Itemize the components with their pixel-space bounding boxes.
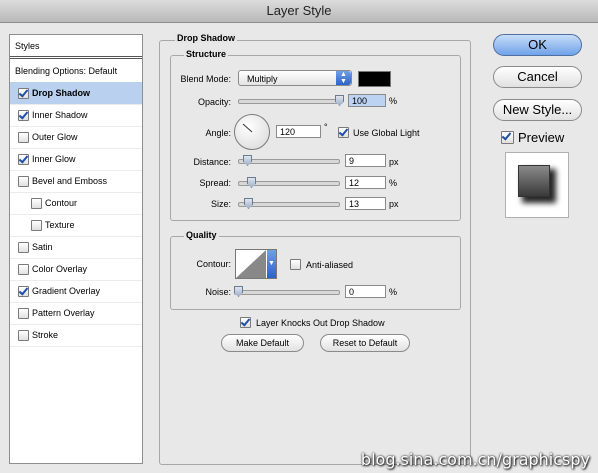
quality-title: Quality [184, 230, 219, 240]
style-item-label: Bevel and Emboss [32, 176, 108, 186]
layer-knocks-out-label: Layer Knocks Out Drop Shadow [256, 318, 385, 328]
angle-dial[interactable] [234, 114, 270, 150]
style-item-label: Outer Glow [32, 132, 78, 142]
angle-label: Angle: [205, 128, 231, 138]
styles-header[interactable]: Styles [10, 35, 142, 59]
opacity-slider[interactable] [238, 95, 344, 106]
layer-knocks-out-checkbox[interactable] [240, 317, 251, 328]
size-unit: px [389, 199, 399, 209]
style-item-label: Pattern Overlay [32, 308, 95, 318]
make-default-button[interactable]: Make Default [221, 334, 304, 352]
spread-label: Spread: [199, 178, 231, 188]
anti-aliased-label: Anti-aliased [306, 260, 354, 270]
style-preview-thumbnail [505, 152, 569, 218]
use-global-light-checkbox[interactable] [338, 127, 349, 138]
spread-slider[interactable] [238, 177, 340, 188]
shadow-color-swatch[interactable] [358, 71, 391, 87]
distance-slider[interactable] [238, 155, 340, 166]
angle-needle-icon [242, 123, 253, 133]
style-item-label: Drop Shadow [32, 88, 90, 98]
style-item-checkbox[interactable] [18, 242, 29, 253]
spread-unit: % [389, 178, 398, 188]
noise-label: Noise: [205, 287, 231, 297]
style-item-checkbox[interactable] [18, 132, 29, 143]
spread-input[interactable]: 12 [345, 176, 386, 189]
preview-square [518, 165, 550, 197]
styles-list: Styles Blending Options: Default Drop Sh… [9, 34, 143, 464]
style-item-label: Stroke [32, 330, 59, 340]
reset-to-default-button[interactable]: Reset to Default [320, 334, 410, 352]
style-item-label: Inner Shadow [32, 110, 88, 120]
style-item-checkbox[interactable] [18, 176, 29, 187]
anti-aliased-checkbox[interactable] [290, 259, 301, 270]
blend-mode-value: Multiply [247, 74, 278, 84]
drop-shadow-title: Drop Shadow [175, 33, 237, 43]
style-item-checkbox[interactable] [18, 330, 29, 341]
styles-header-label: Styles [15, 41, 40, 51]
style-item-texture[interactable]: Texture [10, 214, 142, 237]
style-item-label: Gradient Overlay [32, 286, 101, 296]
style-item-gradient-overlay[interactable]: Gradient Overlay [10, 280, 142, 303]
blending-options-label: Blending Options: Default [15, 66, 118, 76]
opacity-label: Opacity: [197, 97, 231, 107]
style-item-color-overlay[interactable]: Color Overlay [10, 258, 142, 281]
layer-style-dialog: Styles Blending Options: Default Drop Sh… [0, 0, 598, 473]
style-item-checkbox[interactable] [18, 308, 29, 319]
style-item-bevel-and-emboss[interactable]: Bevel and Emboss [10, 170, 142, 193]
noise-slider[interactable] [234, 286, 340, 297]
style-item-checkbox[interactable] [31, 220, 42, 231]
noise-input[interactable]: 0 [345, 285, 386, 298]
quality-group [170, 236, 461, 310]
distance-label: Distance: [193, 157, 231, 167]
style-item-label: Contour [45, 198, 78, 208]
contour-picker[interactable]: ▼ [235, 249, 277, 279]
style-item-checkbox[interactable] [18, 88, 29, 99]
structure-title: Structure [184, 49, 229, 59]
size-label: Size: [210, 199, 231, 209]
style-item-satin[interactable]: Satin [10, 236, 142, 259]
blend-mode-select[interactable]: Multiply ▲ ▼ [238, 70, 352, 86]
ok-button[interactable]: OK [493, 34, 582, 56]
style-item-pattern-overlay[interactable]: Pattern Overlay [10, 302, 142, 325]
popup-arrows-icon: ▲ ▼ [336, 71, 351, 85]
blending-options-item[interactable]: Blending Options: Default [10, 60, 142, 83]
use-global-light-label: Use Global Light [353, 128, 420, 138]
style-item-checkbox[interactable] [18, 110, 29, 121]
distance-input[interactable]: 9 [345, 154, 386, 167]
contour-label: Contour: [196, 259, 231, 269]
watermark: blog.sina.com.cn/graphicspy [360, 450, 590, 469]
new-style-button[interactable]: New Style... [493, 99, 582, 121]
preview-checkbox[interactable] [501, 131, 514, 144]
style-item-stroke[interactable]: Stroke [10, 324, 142, 347]
size-slider[interactable] [238, 198, 340, 209]
angle-unit: ° [324, 122, 328, 132]
opacity-input[interactable]: 100 [348, 94, 386, 107]
cancel-button[interactable]: Cancel [493, 66, 582, 88]
noise-unit: % [389, 287, 398, 297]
style-item-checkbox[interactable] [18, 286, 29, 297]
style-item-contour[interactable]: Contour [10, 192, 142, 215]
style-item-drop-shadow[interactable]: Drop Shadow [10, 82, 142, 105]
style-item-checkbox[interactable] [18, 154, 29, 165]
style-item-label: Satin [32, 242, 53, 252]
style-item-label: Inner Glow [32, 154, 76, 164]
style-item-checkbox[interactable] [31, 198, 42, 209]
contour-dropdown-arrow-icon: ▼ [267, 250, 276, 278]
preview-label: Preview [518, 130, 565, 145]
angle-input[interactable]: 120 [276, 125, 321, 138]
blend-mode-label: Blend Mode: [180, 74, 231, 84]
style-item-outer-glow[interactable]: Outer Glow [10, 126, 142, 149]
size-input[interactable]: 13 [345, 197, 386, 210]
contour-linear-icon [236, 250, 266, 278]
style-item-inner-glow[interactable]: Inner Glow [10, 148, 142, 171]
style-item-checkbox[interactable] [18, 264, 29, 275]
style-item-inner-shadow[interactable]: Inner Shadow [10, 104, 142, 127]
opacity-unit: % [389, 96, 398, 106]
style-item-label: Color Overlay [32, 264, 88, 274]
distance-unit: px [389, 157, 399, 167]
style-item-label: Texture [45, 220, 75, 230]
